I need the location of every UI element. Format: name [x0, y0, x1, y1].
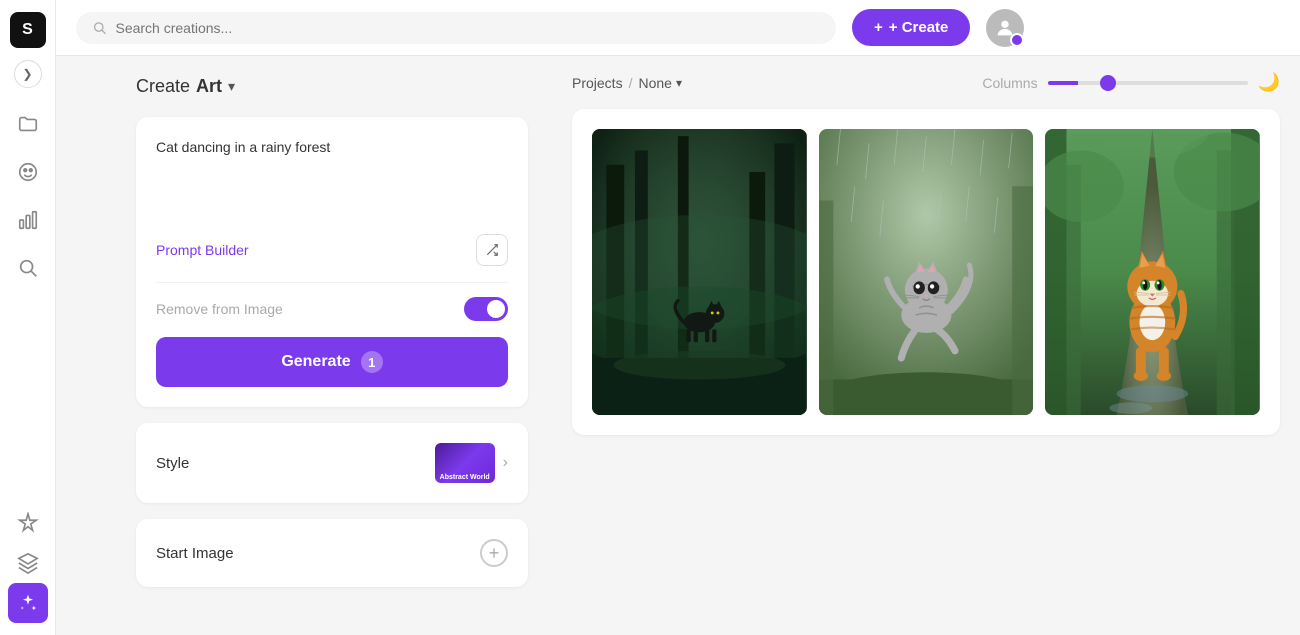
gallery-image-2[interactable]: [819, 129, 1034, 415]
art-word: Art: [196, 76, 222, 97]
style-label: Style: [156, 455, 189, 472]
generate-label: Generate: [281, 353, 350, 371]
gallery-container: [572, 109, 1280, 435]
prompt-footer: Prompt Builder: [156, 234, 508, 266]
gallery-image-3[interactable]: [1045, 129, 1260, 415]
sidebar-item-sparkle[interactable]: [8, 503, 48, 543]
prompt-builder-link[interactable]: Prompt Builder: [156, 242, 249, 258]
theme-toggle-icon[interactable]: 🌙: [1258, 72, 1280, 93]
sidebar-expand-button[interactable]: ❯: [14, 60, 42, 88]
columns-label: Columns: [982, 75, 1037, 91]
art-dropdown-icon[interactable]: ▾: [228, 78, 235, 95]
shuffle-button[interactable]: [476, 234, 508, 266]
start-image-card: Start Image +: [136, 519, 528, 587]
breadcrumb-separator: /: [629, 75, 633, 91]
breadcrumb-none-dropdown[interactable]: None ▾: [638, 75, 682, 91]
remove-from-image-toggle[interactable]: [464, 297, 508, 321]
columns-slider[interactable]: [1048, 81, 1248, 85]
sidebar-magic-button[interactable]: [8, 583, 48, 623]
prompt-textarea[interactable]: Cat dancing in a rainy forest: [156, 137, 508, 217]
sidebar: S ❯: [0, 0, 56, 635]
prompt-card: Cat dancing in a rainy forest Prompt Bui…: [136, 117, 528, 407]
toggle-knob: [487, 300, 505, 318]
style-card: Style Abstract World ›: [136, 423, 528, 503]
avatar[interactable]: [986, 9, 1024, 47]
avatar-badge: [1010, 33, 1024, 47]
create-label: + Create: [889, 19, 949, 36]
create-title: Create Art ▾: [136, 76, 528, 97]
header: + + Create: [56, 0, 1300, 56]
left-panel: Create Art ▾ Cat dancing in a rainy fore…: [112, 56, 552, 635]
sidebar-item-folder[interactable]: [8, 104, 48, 144]
sidebar-item-search[interactable]: [8, 248, 48, 288]
gallery-grid: [592, 129, 1260, 415]
style-preview[interactable]: Abstract World ›: [435, 443, 508, 483]
breadcrumb: Projects / None ▾: [572, 75, 682, 91]
create-plus-icon: +: [874, 19, 883, 36]
gallery-image-1[interactable]: [592, 129, 807, 415]
main-content: Create Art ▾ Cat dancing in a rainy fore…: [112, 56, 1300, 635]
generate-button[interactable]: Generate 1: [156, 337, 508, 387]
start-image-label: Start Image: [156, 545, 234, 562]
search-icon: [92, 20, 107, 36]
create-word: Create: [136, 76, 190, 97]
breadcrumb-none-label: None: [638, 75, 671, 91]
sidebar-item-chart[interactable]: [8, 200, 48, 240]
breadcrumb-projects[interactable]: Projects: [572, 75, 623, 91]
add-start-image-button[interactable]: +: [480, 539, 508, 567]
gallery-header: Projects / None ▾ Columns 🌙: [572, 72, 1280, 93]
search-input[interactable]: [115, 20, 820, 36]
generate-count-badge: 1: [361, 351, 383, 373]
create-button[interactable]: + + Create: [852, 9, 970, 46]
breadcrumb-none-chevron-icon: ▾: [676, 76, 682, 90]
style-thumbnail: Abstract World: [435, 443, 495, 483]
style-name: Abstract World: [435, 474, 495, 481]
shuffle-icon: [485, 243, 499, 257]
style-chevron-icon: ›: [503, 454, 508, 472]
right-panel: Projects / None ▾ Columns 🌙: [552, 56, 1300, 635]
remove-from-image-label: Remove from Image: [156, 301, 283, 317]
columns-control: Columns 🌙: [982, 72, 1280, 93]
remove-from-image-row: Remove from Image: [156, 282, 508, 321]
sidebar-item-faces[interactable]: [8, 152, 48, 192]
search-bar[interactable]: [76, 12, 836, 44]
sidebar-item-layers[interactable]: [8, 543, 48, 583]
app-logo[interactable]: S: [10, 12, 46, 48]
